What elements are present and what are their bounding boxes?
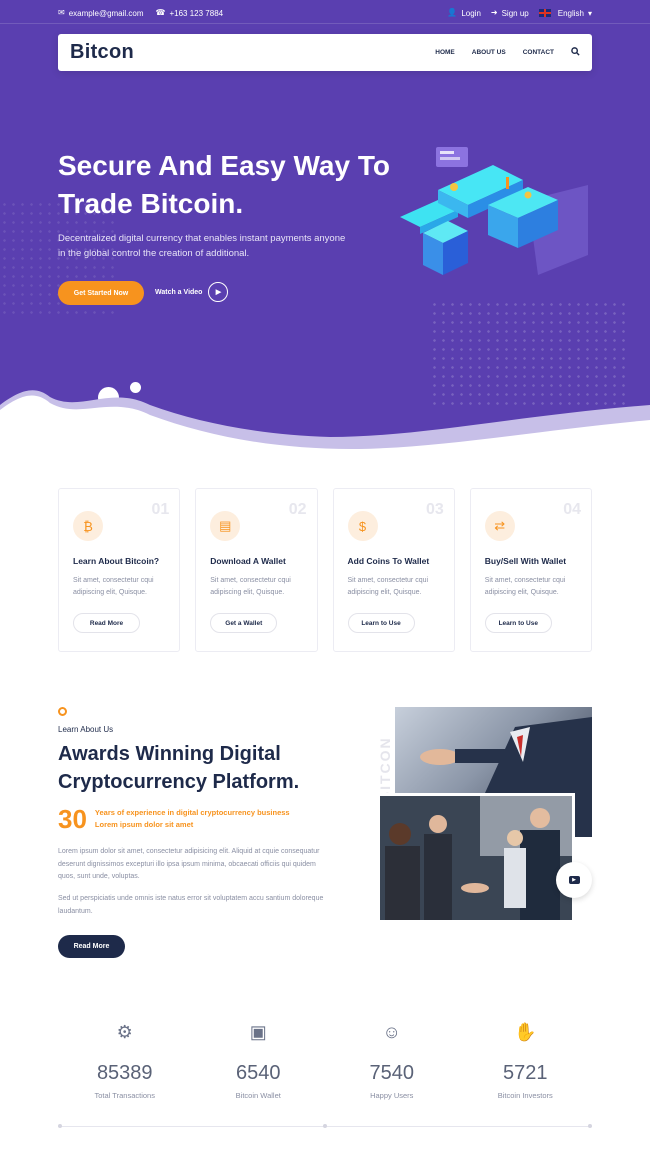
exchange-icon: ⇄	[484, 511, 515, 541]
email-link[interactable]: ✉ example@gmail.com	[58, 9, 144, 18]
users-icon: ☺	[382, 1021, 401, 1042]
watch-video-label: Watch a Video	[155, 288, 203, 296]
nav-links: HOME ABOUT US CONTACT	[435, 47, 580, 58]
about-title: Awards Winning Digital Cryptocurrency Pl…	[58, 743, 300, 793]
stat-item: ▣ 6540 Bitcoin Wallet	[196, 1018, 321, 1101]
learn-to-use-button[interactable]: Learn to Use	[347, 613, 415, 633]
login-link[interactable]: 👤 Login	[447, 9, 481, 18]
signup-text: Sign up	[501, 8, 529, 18]
investor-icon: ✋	[514, 1021, 537, 1042]
coin-bag-icon: $	[347, 511, 378, 541]
vertical-brand-text: BITCON	[377, 736, 393, 802]
signin-icon: ➜	[490, 8, 498, 17]
stat-item: ✋ 5721 Bitcoin Investors	[463, 1018, 588, 1101]
card-title: Add Coins To Wallet	[347, 556, 430, 566]
search-icon[interactable]	[571, 47, 580, 58]
user-icon: 👤	[447, 8, 458, 17]
divider-dot	[323, 1124, 327, 1128]
gear-icon: ⚙	[116, 1021, 133, 1042]
nav-home[interactable]: HOME	[435, 49, 455, 56]
card-number: 04	[563, 501, 581, 518]
hero-subtitle: Decentralized digital currency that enab…	[58, 233, 346, 259]
isometric-blockchain-illustration	[400, 147, 588, 275]
about-kicker: Learn About Us	[58, 725, 114, 734]
card-title: Download A Wallet	[210, 556, 286, 566]
hero-title: Secure And Easy Way To Trade Bitcoin.	[58, 150, 390, 219]
wallet-icon: ▣	[249, 1021, 267, 1042]
card-title: Learn About Bitcoin?	[73, 556, 160, 566]
email-text: example@gmail.com	[68, 8, 144, 18]
card-title: Buy/Sell With Wallet	[484, 556, 567, 566]
read-more-button[interactable]: Read More	[58, 935, 125, 958]
divider-dot	[588, 1124, 592, 1128]
language-text: English	[557, 8, 584, 18]
stat-label: Bitcoin Investors	[497, 1091, 553, 1100]
feature-card: 03 $ Add Coins To Wallet Sit amet, conse…	[332, 488, 455, 652]
stat-item: ☺ 7540 Happy Users	[329, 1018, 454, 1101]
hero-section: ✉ example@gmail.com ☎ +163 123 7884 👤 Lo…	[0, 0, 650, 460]
phone-icon: ☎	[155, 8, 166, 17]
get-wallet-button[interactable]: Get a Wallet	[210, 613, 278, 633]
card-text: Sit amet, consectetur cqui adipiscing el…	[484, 577, 566, 596]
target-icon	[58, 707, 67, 716]
hero-wave	[0, 390, 650, 460]
watch-video-button[interactable]: Watch a Video ▶	[155, 282, 229, 302]
signup-link[interactable]: ➜ Sign up	[491, 9, 529, 18]
login-text: Login	[461, 8, 481, 18]
youtube-icon: ▶	[568, 876, 580, 884]
phone-link[interactable]: ☎ +163 123 7884	[156, 9, 224, 18]
logo[interactable]: Bitcon	[70, 41, 134, 64]
card-text: Sit amet, consectetur cqui adipiscing el…	[73, 577, 154, 596]
card-number: 03	[425, 501, 444, 518]
about-paragraph: Lorem ipsum dolor sit amet, consectetur …	[58, 848, 320, 880]
feature-card: 02 ▤ Download A Wallet Sit amet, consect…	[195, 488, 318, 652]
get-started-button[interactable]: Get Started Now	[58, 281, 144, 305]
divider	[0, 23, 650, 24]
years-line-2: Lorem ipsum dolor sit amet	[94, 820, 194, 829]
stat-label: Happy Users	[370, 1091, 414, 1100]
divider-dot	[58, 1124, 62, 1128]
feature-card: 01 ₿ Learn About Bitcoin? Sit amet, cons…	[58, 488, 181, 652]
play-video-button[interactable]: ▶	[556, 862, 592, 898]
play-icon: ▶	[208, 282, 229, 302]
nav-about[interactable]: ABOUT US	[472, 49, 506, 56]
experience-block: 30 Years of experience in digital crypto…	[58, 806, 290, 832]
stat-label: Bitcoin Wallet	[235, 1091, 281, 1100]
handshake-photo	[377, 793, 575, 923]
wallet-icon: ▤	[210, 511, 241, 541]
stat-value: 6540	[236, 1062, 281, 1084]
chevron-down-icon: ▾	[587, 8, 592, 18]
about-paragraph: Sed ut perspiciatis unde omnis iste natu…	[58, 895, 324, 915]
stat-label: Total Transactions	[94, 1091, 155, 1100]
nav-contact[interactable]: CONTACT	[523, 49, 554, 56]
card-text: Sit amet, consectetur cqui adipiscing el…	[347, 577, 429, 596]
learn-to-use-button[interactable]: Learn to Use	[484, 613, 552, 633]
stat-value: 5721	[503, 1062, 548, 1084]
card-number: 01	[151, 501, 170, 518]
language-select[interactable]: English ▾	[538, 8, 592, 18]
years-number: 30	[58, 804, 87, 834]
stat-value: 85389	[96, 1062, 153, 1084]
feature-cards: 01 ₿ Learn About Bitcoin? Sit amet, cons…	[58, 488, 592, 652]
uk-flag-icon	[538, 9, 551, 17]
phone-text: +163 123 7884	[169, 8, 224, 18]
navbar: Bitcon HOME ABOUT US CONTACT	[58, 34, 592, 71]
read-more-button[interactable]: Read More	[73, 613, 140, 633]
envelope-icon: ✉	[58, 8, 65, 17]
bitcoin-icon: ₿	[73, 511, 103, 541]
years-line-1: Years of experience in digital cryptocur…	[94, 808, 290, 817]
stats-section: ⚙ 85389 Total Transactions ▣ 6540 Bitcoi…	[58, 1018, 592, 1101]
card-text: Sit amet, consectetur cqui adipiscing el…	[210, 577, 291, 596]
card-number: 02	[288, 501, 307, 518]
years-text: Years of experience in digital cryptocur…	[95, 807, 290, 831]
stat-item: ⚙ 85389 Total Transactions	[62, 1018, 187, 1101]
feature-card: 04 ⇄ Buy/Sell With Wallet Sit amet, cons…	[469, 488, 592, 652]
stat-value: 7540	[369, 1062, 415, 1084]
top-bar: ✉ example@gmail.com ☎ +163 123 7884 👤 Lo…	[0, 6, 650, 24]
